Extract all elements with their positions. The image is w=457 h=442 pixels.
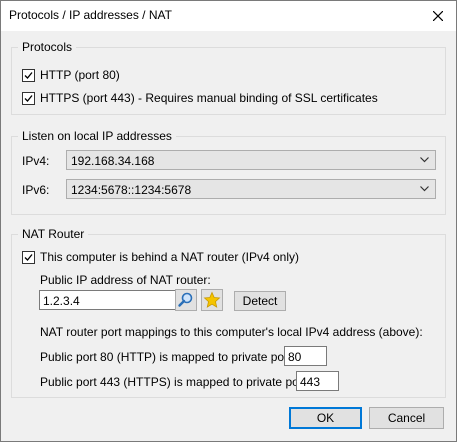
detect-button[interactable]: Detect bbox=[234, 291, 286, 311]
ipv6-select-value: 1234:5678::1234:5678 bbox=[71, 183, 192, 197]
listen-group-label: Listen on local IP addresses bbox=[18, 129, 176, 143]
http-private-port-value: 80 bbox=[288, 350, 302, 364]
behind-nat-checkbox-label: This computer is behind a NAT router (IP… bbox=[40, 250, 299, 264]
ipv6-label: IPv6: bbox=[22, 183, 50, 197]
cancel-button-label: Cancel bbox=[387, 411, 426, 425]
dialog-window: Protocols / IP addresses / NAT Protocols… bbox=[0, 0, 457, 442]
listen-group: Listen on local IP addresses IPv4: 192.1… bbox=[11, 129, 446, 215]
ipv6-select[interactable]: 1234:5678::1234:5678 bbox=[66, 179, 436, 199]
chevron-down-icon bbox=[420, 186, 429, 192]
http-mapping-label: Public port 80 (HTTP) is mapped to priva… bbox=[40, 350, 295, 364]
close-button[interactable] bbox=[420, 1, 456, 31]
ok-button[interactable]: OK bbox=[289, 407, 362, 429]
nat-group: NAT Router This computer is behind a NAT… bbox=[11, 227, 446, 398]
close-icon bbox=[433, 11, 443, 21]
http-checkbox[interactable] bbox=[22, 69, 35, 82]
public-ip-label: Public IP address of NAT router: bbox=[40, 273, 211, 287]
chevron-down-icon bbox=[420, 157, 429, 163]
star-icon bbox=[203, 291, 221, 308]
detect-button-label: Detect bbox=[242, 294, 278, 308]
http-checkbox-label: HTTP (port 80) bbox=[40, 68, 120, 82]
nat-group-label: NAT Router bbox=[18, 227, 89, 241]
magnifier-icon bbox=[178, 292, 193, 307]
window-title: Protocols / IP addresses / NAT bbox=[9, 8, 172, 22]
cancel-button[interactable]: Cancel bbox=[369, 407, 444, 429]
mappings-heading: NAT router port mappings to this compute… bbox=[40, 325, 423, 339]
https-private-port-input[interactable]: 443 bbox=[296, 371, 339, 391]
ipv4-label: IPv4: bbox=[22, 154, 50, 168]
https-checkbox-label: HTTPS (port 443) - Requires manual bindi… bbox=[40, 91, 378, 105]
checkmark-icon bbox=[24, 72, 33, 79]
protocols-group-label: Protocols bbox=[18, 40, 77, 54]
checkmark-icon bbox=[24, 254, 33, 261]
http-private-port-input[interactable]: 80 bbox=[284, 346, 327, 366]
protocols-group: Protocols HTTP (port 80) HTTPS (port 443… bbox=[11, 40, 446, 115]
behind-nat-checkbox[interactable] bbox=[22, 251, 35, 264]
https-private-port-value: 443 bbox=[300, 375, 321, 389]
ok-button-label: OK bbox=[316, 411, 335, 425]
https-mapping-label: Public port 443 (HTTPS) is mapped to pri… bbox=[40, 375, 310, 389]
lookup-ip-button[interactable] bbox=[175, 289, 197, 311]
title-bar: Protocols / IP addresses / NAT bbox=[1, 1, 456, 31]
favorite-ip-button[interactable] bbox=[201, 289, 223, 311]
public-ip-value: 1.2.3.4 bbox=[43, 294, 80, 308]
checkmark-icon bbox=[24, 95, 33, 102]
ipv4-select[interactable]: 192.168.34.168 bbox=[66, 150, 436, 170]
https-checkbox[interactable] bbox=[22, 92, 35, 105]
public-ip-input[interactable]: 1.2.3.4 bbox=[39, 290, 179, 310]
ipv4-select-value: 192.168.34.168 bbox=[71, 154, 155, 168]
